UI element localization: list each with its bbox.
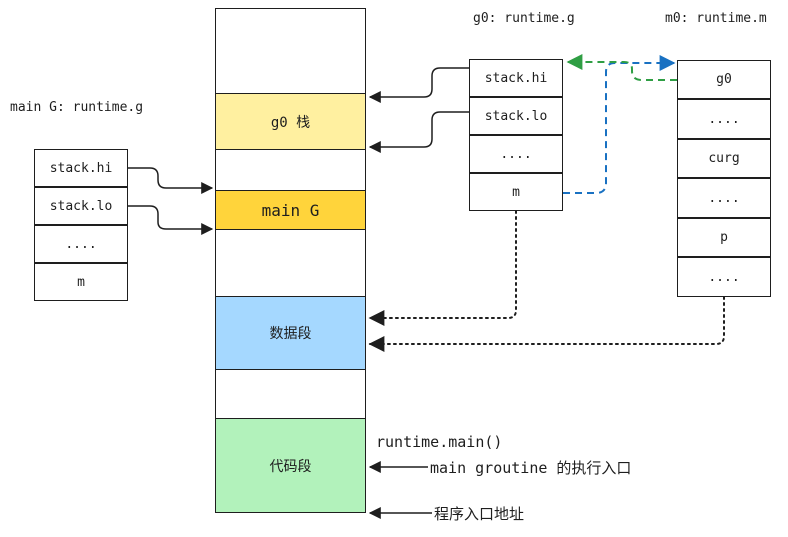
arrow-g0-stack-hi xyxy=(368,67,469,103)
runtime-memory-diagram: g0 栈 main G 数据段 代码段 main G: runtime.g st… xyxy=(0,0,788,537)
arrow-g0-m-to-data xyxy=(368,210,517,326)
arrows-layer xyxy=(128,54,725,519)
arrow-main-stack-lo xyxy=(128,205,214,235)
arrow-g0-stack-lo xyxy=(368,111,469,153)
arrow-g0-m-to-m0 xyxy=(563,55,676,194)
arrow-main-stack-hi xyxy=(128,167,214,194)
arrow-m0-g0-to-g0 xyxy=(566,54,677,81)
arrow-m0-to-data xyxy=(368,296,725,352)
